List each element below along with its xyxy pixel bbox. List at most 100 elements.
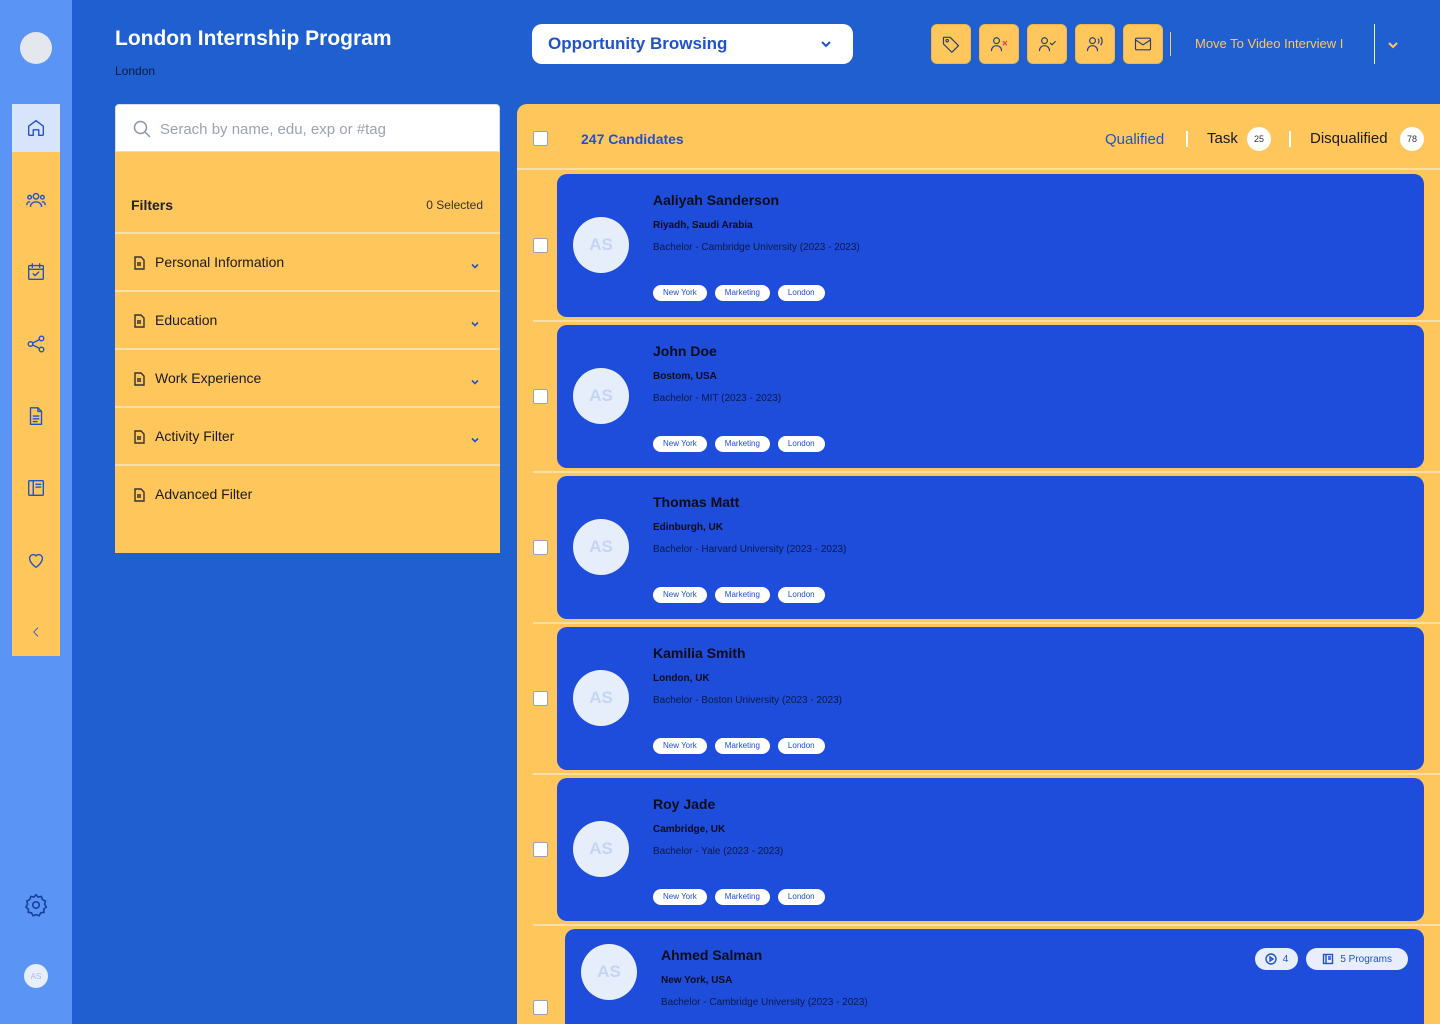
tag[interactable]: London — [777, 587, 825, 603]
tag[interactable]: New York — [653, 889, 707, 905]
tab-task[interactable]: Task — [1207, 130, 1238, 147]
search-icon — [132, 119, 152, 139]
candidate-card[interactable]: AS Kamilia Smith London, UK Bachelor - B… — [557, 627, 1424, 770]
filter-work-experience[interactable]: Work Experience — [115, 350, 500, 408]
row-divider — [533, 471, 1440, 473]
candidate-location: Cambridge, UK — [653, 824, 726, 835]
tab-qualified[interactable]: Qualified — [1105, 131, 1164, 148]
tab-divider — [1186, 131, 1188, 147]
candidate-tags: New York Marketing London — [653, 436, 825, 452]
candidate-checkbox[interactable] — [533, 540, 548, 555]
candidate-card[interactable]: AS Thomas Matt Edinburgh, UK Bachelor - … — [557, 476, 1424, 619]
rail-item-documents[interactable] — [12, 392, 60, 440]
rail-item-calendar[interactable] — [12, 248, 60, 296]
row-divider — [533, 622, 1440, 624]
candidate-education: Bachelor - Harvard University (2023 - 20… — [653, 544, 847, 555]
tag[interactable]: London — [777, 436, 825, 452]
candidate-avatar: AS — [573, 217, 629, 273]
candidates-header: 247 Candidates Qualified Task 25 Disqual… — [517, 104, 1440, 170]
filter-education[interactable]: Education — [115, 292, 500, 350]
email-button[interactable] — [1123, 24, 1163, 64]
candidate-name: Thomas Matt — [653, 494, 740, 510]
tag[interactable]: New York — [653, 285, 707, 301]
candidate-card[interactable]: AS Roy Jade Cambridge, UK Bachelor - Yal… — [557, 778, 1424, 921]
candidate-tags: New York Marketing London — [653, 738, 825, 754]
filters-panel: Filters 0 Selected Personal Information … — [115, 152, 500, 553]
tag[interactable]: Marketing — [714, 587, 770, 603]
candidate-education: Bachelor - Yale (2023 - 2023) — [653, 846, 784, 857]
tag[interactable]: London — [777, 285, 825, 301]
candidate-name: John Doe — [653, 343, 717, 359]
mail-icon — [1134, 37, 1152, 51]
filter-label: Activity Filter — [155, 428, 235, 444]
move-to-stage-button[interactable]: Move To Video Interview I — [1195, 36, 1343, 51]
row-divider — [533, 924, 1440, 926]
rail-nav — [12, 104, 60, 656]
tab-disqualified[interactable]: Disqualified — [1310, 130, 1388, 147]
candidate-location: Bostom, USA — [653, 371, 717, 382]
left-rail: AS — [0, 0, 72, 1024]
tag[interactable]: Marketing — [714, 889, 770, 905]
candidate-name: Ahmed Salman — [661, 947, 763, 963]
chevron-down-icon — [1388, 42, 1398, 49]
filter-activity[interactable]: Activity Filter — [115, 408, 500, 466]
heart-icon — [28, 553, 44, 569]
candidate-education: Bachelor - Boston University (2023 - 202… — [653, 695, 842, 706]
org-avatar[interactable] — [20, 32, 52, 64]
candidate-tags: New York Marketing London — [653, 285, 825, 301]
tag[interactable]: London — [777, 889, 825, 905]
move-stage-dropdown[interactable] — [1387, 38, 1399, 50]
users-icon — [26, 192, 46, 208]
tag[interactable]: Marketing — [714, 436, 770, 452]
tag[interactable]: New York — [653, 436, 707, 452]
chevron-down-icon — [470, 258, 480, 269]
disqualify-button[interactable] — [979, 24, 1019, 64]
search-input[interactable] — [160, 115, 460, 143]
filter-advanced[interactable]: Advanced Filter — [115, 466, 500, 524]
user-avatar[interactable]: AS — [24, 964, 48, 988]
filter-personal-information[interactable]: Personal Information — [115, 234, 500, 292]
tag[interactable]: London — [777, 738, 825, 754]
chevron-down-icon — [819, 36, 833, 50]
chevron-left-icon — [33, 627, 39, 637]
book-icon — [1323, 953, 1334, 965]
programs-badge[interactable]: 5 Programs — [1306, 948, 1408, 970]
candidate-checkbox[interactable] — [533, 691, 548, 706]
tag[interactable]: New York — [653, 738, 707, 754]
candidate-card[interactable]: AS Aaliyah Sanderson Riyadh, Saudi Arabi… — [557, 174, 1424, 317]
disqualified-count-badge: 78 — [1400, 127, 1424, 151]
candidates-count: 247 Candidates — [581, 131, 684, 147]
candidate-avatar: AS — [573, 368, 629, 424]
document-icon — [132, 488, 146, 502]
candidate-card[interactable]: AS John Doe Bostom, USA Bachelor - MIT (… — [557, 325, 1424, 468]
user-check-icon — [1038, 37, 1056, 52]
filter-label: Advanced Filter — [155, 486, 253, 502]
rail-item-candidates[interactable] — [12, 176, 60, 224]
rail-item-share[interactable] — [12, 320, 60, 368]
tag-button[interactable] — [931, 24, 971, 64]
rail-item-collapse[interactable] — [12, 608, 60, 656]
qualify-button[interactable] — [1027, 24, 1067, 64]
document-icon — [132, 372, 146, 386]
rail-item-library[interactable] — [12, 464, 60, 512]
chevron-down-icon — [470, 432, 480, 443]
video-count-badge[interactable]: 4 — [1254, 948, 1299, 970]
candidate-checkbox[interactable] — [533, 842, 548, 857]
settings-button[interactable] — [22, 891, 50, 919]
tag[interactable]: New York — [653, 587, 707, 603]
stage-select[interactable]: Opportunity Browsing — [532, 24, 853, 64]
rail-item-favorites[interactable] — [12, 536, 60, 584]
candidate-checkbox[interactable] — [533, 389, 548, 404]
candidate-location: Edinburgh, UK — [653, 522, 723, 533]
user-voice-icon — [1086, 36, 1103, 52]
candidate-avatar: AS — [573, 519, 629, 575]
candidate-checkbox[interactable] — [533, 238, 548, 253]
filter-label: Personal Information — [155, 254, 285, 270]
tag[interactable]: Marketing — [714, 285, 770, 301]
rail-item-home[interactable] — [12, 104, 60, 152]
tag[interactable]: Marketing — [714, 738, 770, 754]
candidate-card[interactable]: AS Ahmed Salman New York, USA Bachelor -… — [565, 929, 1424, 1024]
voice-interview-button[interactable] — [1075, 24, 1115, 64]
candidate-checkbox[interactable] — [533, 1000, 548, 1015]
select-all-checkbox[interactable] — [533, 131, 548, 146]
